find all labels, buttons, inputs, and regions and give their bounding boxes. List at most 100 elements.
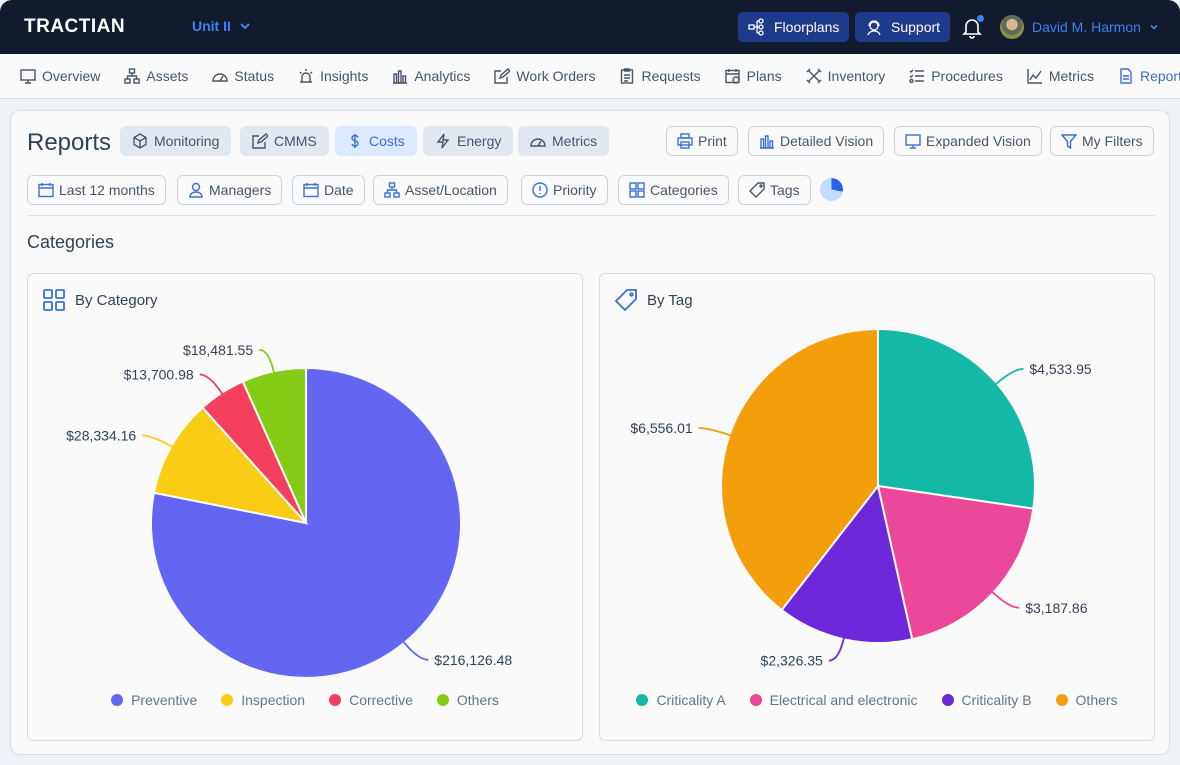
nav-item-status[interactable]: Status bbox=[212, 68, 274, 84]
nav-label: Metrics bbox=[1048, 68, 1094, 84]
tab-label: Energy bbox=[457, 133, 502, 149]
printer-icon bbox=[677, 133, 693, 149]
nav-item-reports[interactable]: Reports bbox=[1118, 68, 1180, 84]
avatar[interactable] bbox=[1000, 15, 1024, 39]
tab-label: Costs bbox=[369, 133, 405, 149]
leader-line bbox=[828, 637, 845, 662]
filter-label: Tags bbox=[770, 182, 800, 198]
legend-label: Others bbox=[1075, 692, 1118, 708]
chart-legend: Preventive Inspection Corrective Others bbox=[28, 692, 582, 708]
notification-dot bbox=[977, 15, 984, 22]
floorplans-button[interactable]: Floorplans bbox=[738, 12, 850, 42]
legend-item-criticality-b[interactable]: Criticality B bbox=[941, 692, 1032, 708]
support-button[interactable]: Support bbox=[855, 12, 951, 42]
tab-energy[interactable]: Energy bbox=[423, 126, 514, 156]
filter-label: Asset/Location bbox=[405, 182, 497, 198]
top-bar: TRACTIAN Unit II Floorplans Support Davi… bbox=[0, 0, 1180, 54]
pie-chart-by-category: $216,126.48 $28,334.16 $13,700.98 $18,481.5… bbox=[66, 342, 512, 679]
detailed-vision-label: Detailed Vision bbox=[780, 133, 874, 149]
nav-item-assets[interactable]: Assets bbox=[124, 68, 188, 84]
filter-date[interactable]: Date bbox=[292, 175, 365, 205]
filter-managers[interactable]: Managers bbox=[177, 175, 283, 205]
legend-dot bbox=[436, 694, 449, 706]
nav-item-procedures[interactable]: Procedures bbox=[909, 68, 1003, 84]
tab-monitoring[interactable]: Monitoring bbox=[120, 126, 232, 156]
nav-item-requests[interactable]: Requests bbox=[619, 68, 701, 84]
tab-cmms[interactable]: CMMS bbox=[240, 126, 329, 156]
pie-slice-criticality-a[interactable] bbox=[877, 327, 1036, 510]
alert-circle-icon bbox=[532, 182, 548, 198]
filter-categories[interactable]: Categories bbox=[618, 175, 729, 205]
legend-dot bbox=[636, 694, 649, 706]
chevron-down-icon bbox=[240, 23, 250, 30]
legend-item-corrective[interactable]: Corrective bbox=[329, 692, 413, 708]
legend-item-electrical-and-electronic[interactable]: Electrical and electronic bbox=[749, 692, 918, 708]
section-title: Categories bbox=[27, 232, 115, 252]
tools-icon bbox=[806, 68, 822, 84]
legend-item-others[interactable]: Others bbox=[436, 692, 499, 708]
tab-label: Monitoring bbox=[154, 133, 220, 149]
legend-item-others[interactable]: Others bbox=[1055, 692, 1118, 708]
user-name: David M. Harmon bbox=[1032, 19, 1141, 35]
expanded-vision-button[interactable]: Expanded Vision bbox=[894, 126, 1042, 156]
print-button[interactable]: Print bbox=[666, 126, 738, 156]
filter-tags[interactable]: Tags bbox=[738, 175, 811, 205]
document-icon bbox=[1120, 68, 1132, 84]
leader-line bbox=[698, 427, 732, 437]
cube-icon bbox=[133, 133, 147, 149]
filter-priority[interactable]: Priority bbox=[521, 175, 608, 205]
loading-indicator bbox=[820, 178, 843, 201]
nav-item-analytics[interactable]: Analytics bbox=[392, 68, 470, 84]
tab-label: Metrics bbox=[552, 133, 598, 149]
edit-icon bbox=[252, 133, 268, 149]
nav-item-overview[interactable]: Overview bbox=[20, 68, 100, 84]
gauge-icon bbox=[530, 138, 546, 147]
nav-label: Overview bbox=[42, 68, 101, 84]
legend-item-criticality-a[interactable]: Criticality A bbox=[636, 692, 726, 708]
legend-label: Electrical and electronic bbox=[769, 692, 918, 708]
leader-line bbox=[991, 590, 1020, 609]
floorplan-icon bbox=[748, 18, 764, 36]
notifications-button[interactable] bbox=[960, 15, 984, 39]
alarm-icon bbox=[299, 69, 313, 83]
my-filters-button[interactable]: My Filters bbox=[1050, 126, 1154, 156]
legend-item-inspection[interactable]: Inspection bbox=[221, 692, 305, 708]
by-category-card: By Category $216,126.48 $28,334.16 $13,700… bbox=[27, 273, 583, 741]
expanded-vision-label: Expanded Vision bbox=[926, 133, 1031, 149]
nav-item-insights[interactable]: Insights bbox=[298, 68, 368, 84]
detailed-vision-button[interactable]: Detailed Vision bbox=[748, 126, 885, 156]
pie-chart-by-tag: $4,533.95 $3,187.86 $2,326.35 $6,556.01 bbox=[630, 327, 1092, 669]
edit-icon bbox=[494, 68, 511, 84]
legend-dot bbox=[111, 694, 124, 706]
nav-item-work-orders[interactable]: Work Orders bbox=[494, 68, 595, 84]
filter-last-12-months[interactable]: Last 12 months bbox=[27, 175, 166, 205]
page-title: Reports bbox=[27, 129, 112, 156]
user-menu[interactable]: David M. Harmon bbox=[1032, 19, 1159, 35]
filter-asset-location[interactable]: Asset/Location bbox=[373, 175, 508, 205]
nav-item-inventory[interactable]: Inventory bbox=[806, 68, 885, 84]
nav-label: Procedures bbox=[931, 68, 1003, 84]
chevron-down-icon bbox=[1150, 24, 1158, 30]
data-label: $13,700.98 bbox=[124, 366, 194, 382]
tab-costs[interactable]: Costs bbox=[335, 126, 417, 156]
nav-item-metrics[interactable]: Metrics bbox=[1027, 68, 1094, 84]
tab-metrics[interactable]: Metrics bbox=[518, 126, 610, 156]
legend-item-preventive[interactable]: Preventive bbox=[111, 692, 197, 708]
data-label: $18,481.55 bbox=[183, 342, 253, 358]
leader-line bbox=[994, 368, 1024, 386]
unit-selector[interactable]: Unit II bbox=[192, 18, 251, 34]
legend-label: Corrective bbox=[349, 692, 413, 708]
calendar-icon bbox=[38, 183, 54, 198]
nav-label: Plans bbox=[746, 68, 782, 84]
data-label: $6,556.01 bbox=[630, 420, 692, 436]
data-label: $3,187.86 bbox=[1025, 600, 1087, 616]
monitor-icon bbox=[20, 69, 36, 84]
dollar-icon bbox=[351, 134, 359, 148]
logo: TRACTIAN bbox=[24, 16, 126, 37]
reports-panel: Reports Monitoring CMMS Costs Energy Met… bbox=[10, 110, 1170, 755]
filter-label: Managers bbox=[209, 182, 272, 198]
nav-item-plans[interactable]: Plans bbox=[724, 68, 782, 84]
line-chart-icon bbox=[1027, 69, 1042, 84]
grid-icon bbox=[629, 182, 645, 198]
print-label: Print bbox=[698, 133, 727, 149]
